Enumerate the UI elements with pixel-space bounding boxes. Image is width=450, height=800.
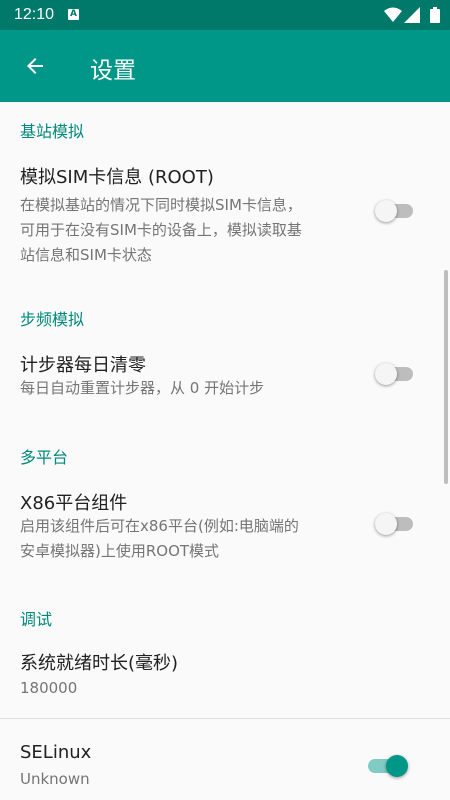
setting-system-ready-time[interactable]: 系统就绪时长(毫秒) 180000 [0, 644, 450, 714]
step-reset-switch[interactable] [375, 363, 415, 385]
setting-title: X86平台组件 [20, 493, 128, 514]
status-bar: 12:10 A [0, 0, 450, 30]
section-header-pedometer: 步频模拟 [20, 310, 85, 329]
setting-summary-line: 在模拟基站的情况下同时模拟SIM卡信息， [20, 196, 302, 214]
notification-a-icon: A [68, 9, 79, 20]
setting-summary-line: 站信息和SIM卡状态 [20, 246, 152, 264]
section-header-multi-platform: 多平台 [20, 448, 69, 467]
setting-summary-line: 启用该组件后可在x86平台(例如:电脑端的 [20, 517, 299, 535]
setting-x86-component[interactable]: X86平台组件 启用该组件后可在x86平台(例如:电脑端的 安卓模拟器)上使用R… [0, 484, 450, 574]
setting-summary-line: 可用于在没有SIM卡的设备上，模拟读取基 [20, 221, 302, 239]
section-header-debug: 调试 [20, 610, 53, 629]
setting-summary: 每日自动重置计步器，从 0 开始计步 [20, 379, 265, 397]
setting-title: 模拟SIM卡信息 (ROOT) [20, 167, 214, 188]
app-toolbar: 设置 [0, 30, 450, 102]
divider [0, 718, 450, 719]
setting-title: 计步器每日清零 [20, 355, 146, 376]
scrollbar[interactable] [444, 270, 448, 484]
setting-title: SELinux [20, 742, 92, 763]
setting-selinux[interactable]: SELinux Unknown [0, 740, 450, 800]
sim-simulation-switch[interactable] [375, 200, 415, 222]
setting-sim-simulation[interactable]: 模拟SIM卡信息 (ROOT) 在模拟基站的情况下同时模拟SIM卡信息， 可用于… [0, 158, 450, 270]
settings-list: 基站模拟 模拟SIM卡信息 (ROOT) 在模拟基站的情况下同时模拟SIM卡信息… [0, 102, 450, 800]
page-title: 设置 [90, 58, 136, 84]
setting-step-reset[interactable]: 计步器每日清零 每日自动重置计步器，从 0 开始计步 [0, 346, 450, 416]
setting-title: 系统就绪时长(毫秒) [20, 653, 179, 674]
arrow-left-icon[interactable] [22, 54, 48, 78]
setting-value: Unknown [20, 770, 90, 788]
section-header-base-station: 基站模拟 [20, 122, 85, 141]
setting-value: 180000 [20, 679, 78, 697]
signal-icon [404, 7, 420, 23]
battery-icon [430, 7, 440, 23]
selinux-switch[interactable] [366, 755, 408, 777]
x86-component-switch[interactable] [375, 513, 415, 535]
wifi-icon [384, 7, 402, 22]
setting-summary-line: 安卓模拟器)上使用ROOT模式 [20, 542, 220, 560]
status-time: 12:10 [14, 6, 55, 23]
